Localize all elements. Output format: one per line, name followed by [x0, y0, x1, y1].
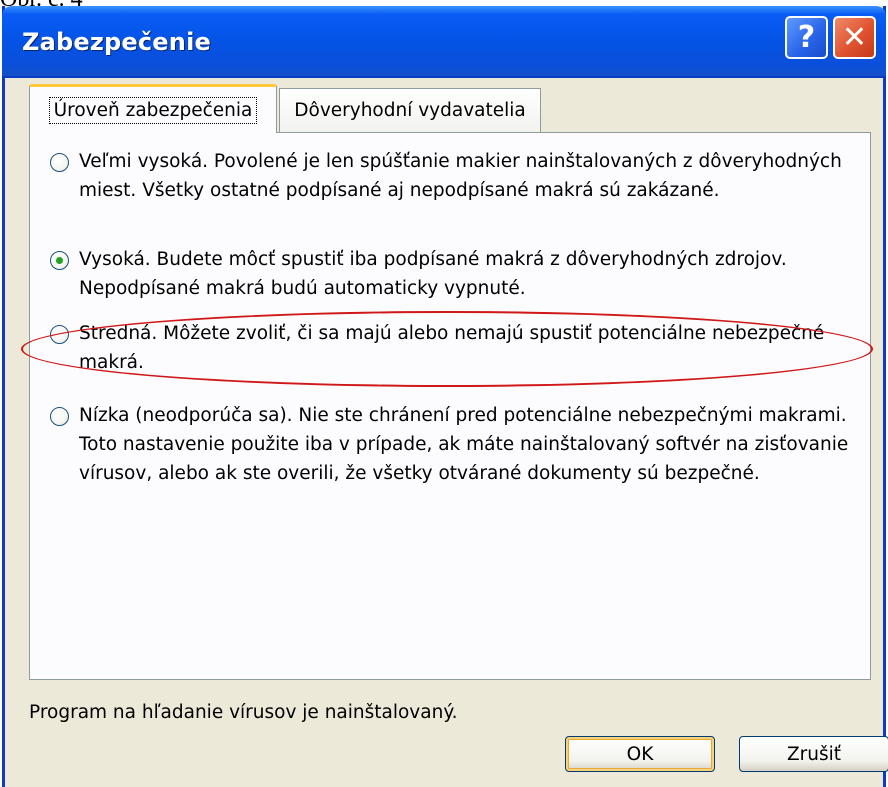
tab-security-level[interactable]: Úroveň zabezpečenia: [29, 84, 277, 133]
window-title: Zabezpečenie: [22, 28, 211, 56]
option-high-label: Vysoká. Budete môcť spustiť iba podpísan…: [79, 249, 787, 299]
radio-low[interactable]: [50, 407, 69, 426]
radio-medium[interactable]: [50, 325, 69, 344]
tab-panel-security-level: Veľmi vysoká. Povolené je len spúšťanie …: [29, 132, 871, 680]
option-medium[interactable]: Stredná. Môžete zvoliť, či sa majú alebo…: [46, 319, 856, 377]
help-button[interactable]: ?: [785, 16, 828, 59]
cancel-button[interactable]: Zrušiť: [739, 736, 888, 772]
tab-trusted-publishers[interactable]: Dôveryhodní vydavatelia: [279, 88, 541, 132]
ok-button[interactable]: OK: [565, 736, 715, 772]
option-very-high-label: Veľmi vysoká. Povolené je len spúšťanie …: [79, 151, 842, 201]
antivirus-status: Program na hľadanie vírusov je nainštalo…: [29, 702, 458, 723]
option-very-high[interactable]: Veľmi vysoká. Povolené je len spúšťanie …: [46, 147, 856, 205]
security-dialog: Zabezpečenie ? ✕ Úroveň zabezpečenia Dôv…: [2, 6, 888, 787]
title-bar: Zabezpečenie ? ✕: [2, 6, 886, 78]
tab-trusted-publishers-label: Dôveryhodní vydavatelia: [294, 100, 526, 121]
tab-security-level-label: Úroveň zabezpečenia: [48, 96, 258, 124]
radio-very-high[interactable]: [50, 153, 69, 172]
radio-selected-dot: [56, 257, 63, 264]
close-button[interactable]: ✕: [833, 16, 876, 59]
option-medium-label: Stredná. Môžete zvoliť, či sa majú alebo…: [79, 323, 825, 373]
help-icon: ?: [797, 20, 816, 55]
option-high[interactable]: Vysoká. Budete môcť spustiť iba podpísan…: [46, 245, 856, 303]
option-low[interactable]: Nízka (neodporúča sa). Nie ste chránení …: [46, 401, 856, 488]
option-low-label: Nízka (neodporúča sa). Nie ste chránení …: [79, 405, 849, 484]
radio-high[interactable]: [50, 251, 69, 270]
close-icon: ✕: [841, 20, 868, 55]
